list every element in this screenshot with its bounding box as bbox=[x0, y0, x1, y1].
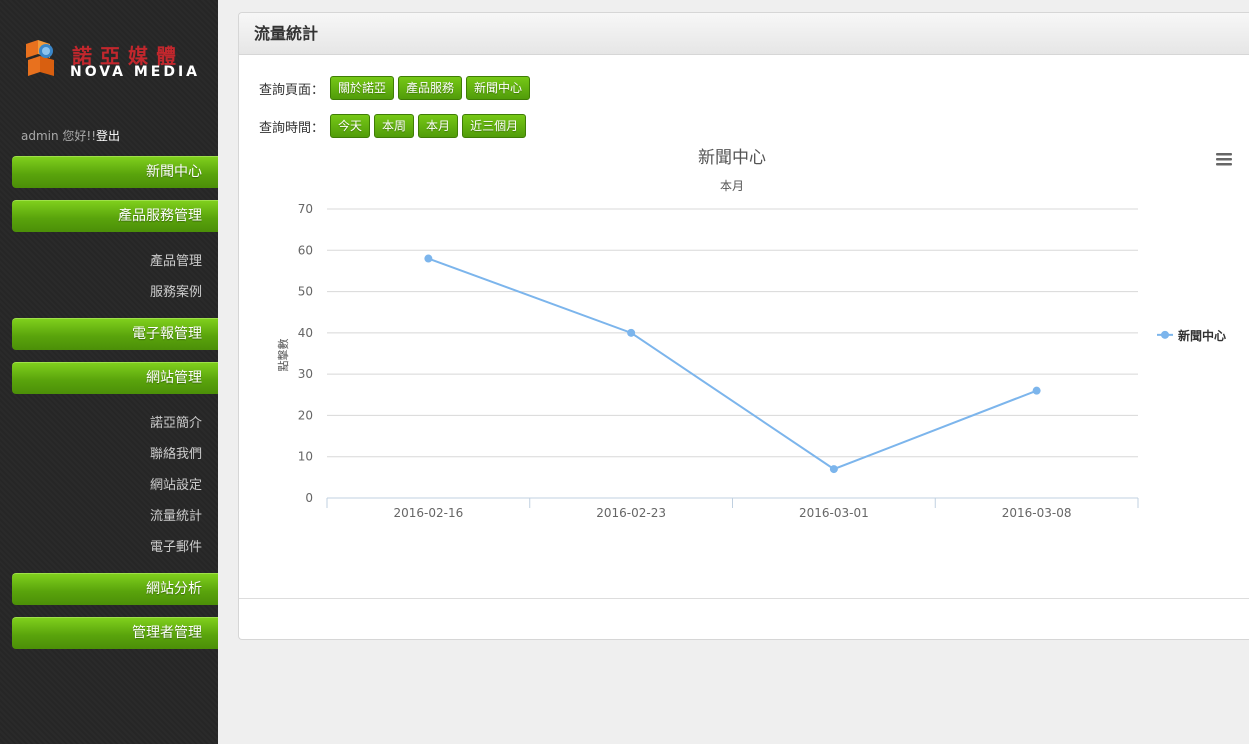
y-tick-label: 10 bbox=[298, 450, 313, 464]
chart-series bbox=[424, 254, 1041, 474]
user-greeting-line: admin 您好!!登出 bbox=[21, 127, 120, 144]
chart-legend[interactable]: 新聞中心 bbox=[1157, 328, 1226, 343]
nav-product-service-admin[interactable]: 產品服務管理 bbox=[12, 200, 218, 232]
subnav-site-settings[interactable]: 網站設定 bbox=[150, 474, 202, 493]
y-tick-label: 50 bbox=[298, 285, 313, 299]
y-tick-label: 30 bbox=[298, 367, 313, 381]
traffic-panel: 流量統計 查詢頁面： 關於諾亞 產品服務 新聞中心 查詢時間： 今天 本周 本月… bbox=[238, 12, 1249, 640]
y-tick-label: 0 bbox=[305, 491, 313, 505]
legend-marker bbox=[1161, 330, 1169, 339]
nav-site-admin[interactable]: 網站管理 bbox=[12, 362, 218, 394]
data-point[interactable] bbox=[829, 465, 838, 474]
logo-english-text: NOVA MEDIA bbox=[70, 64, 200, 80]
y-tick-label: 20 bbox=[298, 408, 313, 422]
series-line bbox=[428, 257, 1037, 471]
chart-y-axis-label: 點擊數 bbox=[276, 339, 290, 372]
panel-footer-divider bbox=[239, 598, 1249, 599]
chart-y-ticks: 0 10 20 30 40 50 60 70 bbox=[298, 202, 313, 505]
logo-cube-icon bbox=[26, 40, 54, 76]
y-tick-label: 60 bbox=[298, 243, 313, 257]
subnav-service-cases[interactable]: 服務案例 bbox=[150, 281, 202, 300]
x-tick-label: 2016-03-01 bbox=[799, 506, 869, 520]
nav-newsletter-admin[interactable]: 電子報管理 bbox=[12, 318, 218, 350]
legend-label[interactable]: 新聞中心 bbox=[1178, 328, 1226, 343]
sidebar: 諾亞媒體 NOVA MEDIA admin 您好!!登出 新聞中心 產品服務管理… bbox=[0, 0, 218, 744]
x-tick-label: 2016-03-08 bbox=[1002, 506, 1072, 520]
subnav-email[interactable]: 電子郵件 bbox=[150, 536, 202, 555]
chart-menu-icon[interactable] bbox=[1216, 153, 1232, 166]
chart-x-ticks: 2016-02-16 2016-02-23 2016-03-01 2016-03-08 bbox=[394, 506, 1072, 520]
logo[interactable]: 諾亞媒體 NOVA MEDIA bbox=[22, 38, 202, 88]
subnav-product-admin[interactable]: 產品管理 bbox=[150, 250, 202, 269]
chart-grid bbox=[326, 208, 1139, 508]
subnav-traffic-stats[interactable]: 流量統計 bbox=[150, 505, 202, 524]
chart-subtitle: 本月 bbox=[720, 179, 744, 193]
user-greeting: admin 您好!! bbox=[21, 129, 97, 143]
data-point[interactable] bbox=[627, 328, 636, 337]
nav-site-analytics[interactable]: 網站分析 bbox=[12, 573, 218, 605]
y-tick-label: 40 bbox=[298, 326, 313, 340]
subnav-contact-us[interactable]: 聯絡我們 bbox=[150, 443, 202, 462]
x-tick-label: 2016-02-16 bbox=[394, 506, 464, 520]
data-point[interactable] bbox=[1032, 386, 1041, 395]
data-point[interactable] bbox=[424, 254, 433, 263]
logout-link[interactable]: 登出 bbox=[96, 129, 120, 143]
y-tick-label: 70 bbox=[298, 202, 313, 216]
x-tick-label: 2016-02-23 bbox=[596, 506, 666, 520]
nav-news-center[interactable]: 新聞中心 bbox=[12, 156, 218, 188]
chart-title: 新聞中心 bbox=[698, 148, 766, 168]
traffic-line-chart: 新聞中心 本月 010203040506070 2016-02-16 2016-0… bbox=[276, 148, 1232, 520]
nav-admin-management[interactable]: 管理者管理 bbox=[12, 617, 218, 649]
subnav-about-nova[interactable]: 諾亞簡介 bbox=[150, 412, 202, 431]
